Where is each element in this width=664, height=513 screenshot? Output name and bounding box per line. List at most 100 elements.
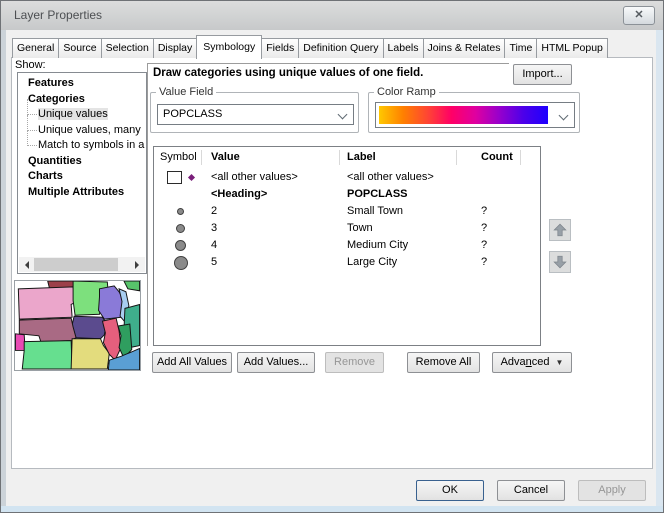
tab-definition-query[interactable]: Definition Query <box>298 38 383 58</box>
tab-strip: GeneralSourceSelectionDisplaySymbologyFi… <box>12 36 607 58</box>
tab-selection[interactable]: Selection <box>101 38 154 58</box>
label-cell: Town <box>347 220 373 237</box>
value-field-selected: POPCLASS <box>163 108 222 120</box>
count-cell: ? <box>481 220 487 237</box>
tab-html-popup[interactable]: HTML Popup <box>536 38 607 58</box>
circle-symbol-icon <box>174 256 188 270</box>
table-row[interactable]: 3 Town? <box>154 220 540 237</box>
header-separator <box>520 150 521 165</box>
color-ramp-group: Color Ramp <box>368 92 580 133</box>
close-button[interactable]: ✕ <box>623 6 655 25</box>
point-symbol-icon <box>188 174 195 181</box>
tree-item-categories[interactable]: Categories <box>18 92 146 108</box>
apply-button[interactable]: Apply <box>578 480 646 501</box>
table-header-symbol: Symbol <box>160 147 197 168</box>
tab-symbology[interactable]: Symbology <box>196 35 262 59</box>
tree-item-label: Quantities <box>28 155 82 167</box>
window-frame-bottom <box>1 506 663 512</box>
cancel-button[interactable]: Cancel <box>497 480 565 501</box>
label-cell: Medium City <box>347 237 408 254</box>
value-cell: 5 <box>211 254 217 271</box>
layer-properties-dialog: Layer Properties ✕ GeneralSourceSelectio… <box>0 0 664 513</box>
color-ramp-dropdown[interactable] <box>375 102 575 128</box>
tab-fields[interactable]: Fields <box>261 38 299 58</box>
chevron-down-icon <box>559 111 569 121</box>
tab-time[interactable]: Time <box>504 38 537 58</box>
window-frame-left <box>1 30 6 506</box>
remove-all-button[interactable]: Remove All <box>407 352 480 373</box>
scrollbar-thumb[interactable] <box>34 258 118 271</box>
count-cell: ? <box>481 237 487 254</box>
scroll-left-arrow-icon[interactable] <box>19 257 34 272</box>
import-button[interactable]: Import... <box>513 64 572 85</box>
circle-symbol-icon <box>175 240 186 251</box>
table-header-value: Value <box>211 147 240 168</box>
table-row[interactable]: <Heading> POPCLASS <box>154 186 540 203</box>
ok-button[interactable]: OK <box>416 480 484 501</box>
add-all-values-button[interactable]: Add All Values <box>152 352 232 373</box>
count-cell: ? <box>481 203 487 220</box>
window-frame-right <box>656 30 663 506</box>
symbol-cell[interactable] <box>154 220 207 237</box>
tree-item-quantities[interactable]: Quantities <box>18 154 146 170</box>
unique-values-table[interactable]: Symbol Value Label Count <all other valu… <box>153 146 541 346</box>
add-values-button[interactable]: Add Values... <box>237 352 315 373</box>
value-cell: 2 <box>211 203 217 220</box>
move-down-button[interactable] <box>549 251 571 273</box>
title-bar[interactable]: Layer Properties <box>1 1 663 30</box>
advanced-button[interactable]: Advanced▼ <box>492 352 572 373</box>
label-cell: Small Town <box>347 203 403 220</box>
tab-joins-relates[interactable]: Joins & Relates <box>423 38 506 58</box>
dropdown-caret-icon: ▼ <box>556 358 564 367</box>
symbol-cell[interactable] <box>154 169 207 186</box>
tree-item-charts[interactable]: Charts <box>18 169 146 185</box>
header-separator <box>339 150 340 165</box>
move-up-button[interactable] <box>549 219 571 241</box>
label-cell: POPCLASS <box>347 186 408 203</box>
header-separator <box>456 150 457 165</box>
tree-horizontal-scrollbar[interactable] <box>19 257 145 272</box>
tree-item-multiple-attributes[interactable]: Multiple Attributes <box>18 185 146 201</box>
value-cell: <all other values> <box>211 169 298 186</box>
remove-button[interactable]: Remove <box>325 352 384 373</box>
circle-symbol-icon <box>176 224 185 233</box>
symbol-cell[interactable] <box>154 186 207 203</box>
table-header-label: Label <box>347 147 376 168</box>
all-other-values-checkbox[interactable] <box>167 171 182 184</box>
symbol-cell[interactable] <box>154 237 207 254</box>
count-cell: ? <box>481 254 487 271</box>
map-preview-image <box>15 281 140 370</box>
label-cell: Large City <box>347 254 397 271</box>
table-row[interactable]: <all other values><all other values> <box>154 169 540 186</box>
tree-item-label: Match to symbols in a <box>38 139 144 151</box>
up-arrow-icon <box>552 222 568 238</box>
table-header-count: Count <box>481 147 513 168</box>
table-row[interactable]: 4Medium City? <box>154 237 540 254</box>
symbol-cell[interactable] <box>154 203 207 220</box>
symbol-cell[interactable] <box>154 254 207 271</box>
tab-general[interactable]: General <box>12 38 59 58</box>
value-cell: <Heading> <box>211 186 267 203</box>
tree-item-unique-values[interactable]: Unique values <box>18 107 146 123</box>
renderer-instruction: Draw categories using unique values of o… <box>153 67 423 79</box>
tree-item-label: Charts <box>28 170 63 182</box>
down-arrow-icon <box>552 254 568 270</box>
value-field-dropdown[interactable]: POPCLASS <box>157 104 354 125</box>
tree-item-match-to-symbols-in-a[interactable]: Match to symbols in a <box>18 138 146 154</box>
panel-divider-vertical <box>147 63 148 346</box>
show-tree[interactable]: FeaturesCategoriesUnique valuesUnique va… <box>17 72 147 274</box>
value-field-label: Value Field <box>156 86 216 98</box>
tab-labels[interactable]: Labels <box>383 38 424 58</box>
tree-item-unique-values-many[interactable]: Unique values, many <box>18 123 146 139</box>
color-ramp-label: Color Ramp <box>374 86 439 98</box>
tab-source[interactable]: Source <box>58 38 101 58</box>
table-row[interactable]: 2 Small Town? <box>154 203 540 220</box>
tree-item-features[interactable]: Features <box>18 76 146 92</box>
value-cell: 3 <box>211 220 217 237</box>
scroll-right-arrow-icon[interactable] <box>130 257 145 272</box>
tree-item-label: Multiple Attributes <box>28 186 124 198</box>
table-row[interactable]: 5 Large City? <box>154 254 540 271</box>
header-separator <box>201 150 202 165</box>
tab-display[interactable]: Display <box>153 38 197 58</box>
window-title: Layer Properties <box>14 8 102 22</box>
